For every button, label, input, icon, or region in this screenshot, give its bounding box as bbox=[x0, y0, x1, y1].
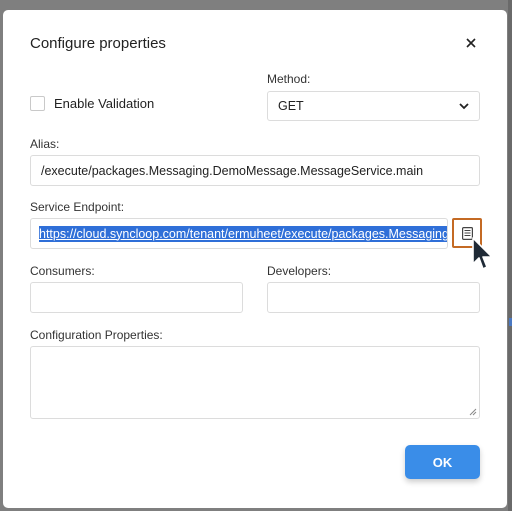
background-edge bbox=[508, 0, 512, 511]
service-endpoint-label: Service Endpoint: bbox=[30, 200, 125, 214]
close-icon bbox=[466, 38, 476, 48]
method-label: Method: bbox=[267, 72, 311, 86]
alias-label: Alias: bbox=[30, 137, 60, 151]
close-button[interactable] bbox=[463, 35, 479, 51]
developers-label: Developers: bbox=[267, 264, 332, 278]
dialog-title: Configure properties bbox=[30, 35, 166, 52]
consumers-label: Consumers: bbox=[30, 264, 95, 278]
mouse-cursor-icon bbox=[472, 237, 493, 270]
configuration-properties-textarea[interactable] bbox=[30, 346, 480, 419]
configure-properties-dialog: Configure properties Enable Validation M… bbox=[3, 10, 507, 508]
alias-value: /execute/packages.Messaging.DemoMessage.… bbox=[41, 163, 424, 178]
chevron-down-icon bbox=[459, 102, 469, 109]
alias-input[interactable]: /execute/packages.Messaging.DemoMessage.… bbox=[30, 155, 480, 186]
enable-validation-label: Enable Validation bbox=[54, 96, 155, 111]
consumers-input[interactable] bbox=[30, 282, 243, 313]
service-endpoint-value: https://cloud.syncloop.com/tenant/ermuhe… bbox=[39, 225, 447, 242]
method-value: GET bbox=[278, 99, 304, 113]
service-endpoint-input[interactable]: https://cloud.syncloop.com/tenant/ermuhe… bbox=[30, 218, 448, 249]
resize-handle-icon[interactable] bbox=[469, 408, 477, 416]
configuration-properties-label: Configuration Properties: bbox=[30, 328, 163, 342]
ok-button[interactable]: OK bbox=[405, 445, 480, 479]
developers-input[interactable] bbox=[267, 282, 480, 313]
enable-validation-checkbox[interactable] bbox=[30, 96, 45, 111]
method-select[interactable]: GET bbox=[267, 91, 480, 121]
